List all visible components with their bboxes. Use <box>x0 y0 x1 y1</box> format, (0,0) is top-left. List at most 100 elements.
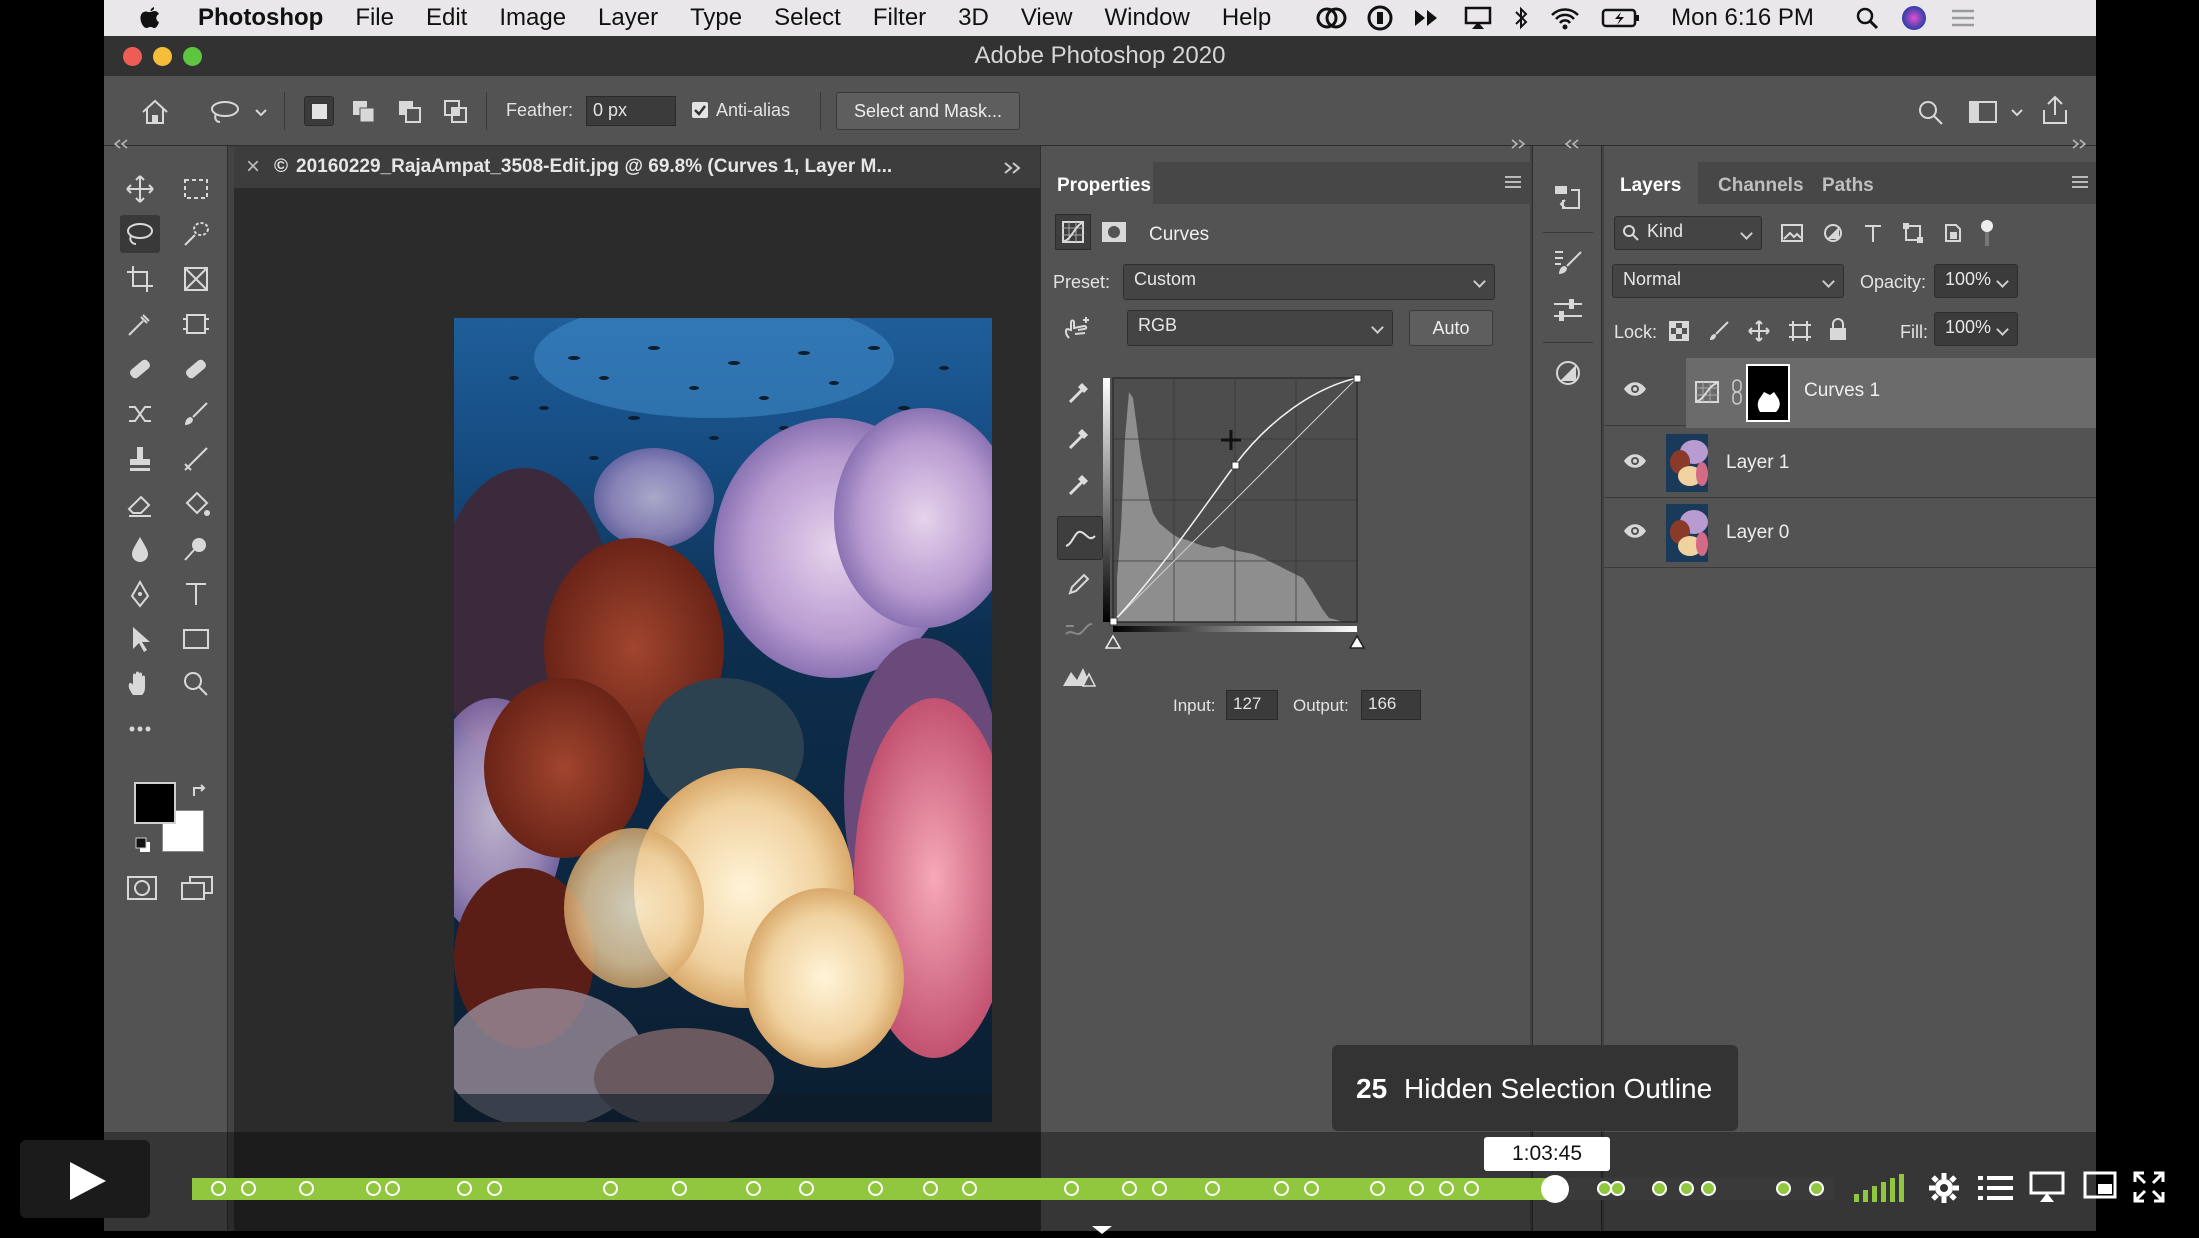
document-photo-coral-reef[interactable] <box>454 318 992 1122</box>
menu-image[interactable]: Image <box>499 4 566 32</box>
spot-healing-brush-tool[interactable] <box>120 350 160 388</box>
chapter-marker[interactable] <box>1408 1181 1424 1196</box>
opacity-field[interactable]: 100% <box>1934 264 2018 298</box>
chapter-marker[interactable] <box>456 1181 472 1196</box>
history-panel-icon[interactable] <box>1551 182 1585 214</box>
clone-stamp-tool[interactable] <box>120 440 160 478</box>
pixel-layer-filter-icon[interactable] <box>1780 222 1804 244</box>
airplay-icon[interactable] <box>1463 5 1493 31</box>
rectangle-tool[interactable] <box>176 620 216 658</box>
fill-field[interactable]: 100% <box>1934 312 2018 346</box>
menu-select[interactable]: Select <box>774 4 841 32</box>
volume-bars-icon[interactable] <box>1852 1172 1908 1204</box>
layer-thumbnail[interactable] <box>1666 504 1708 562</box>
menu-3d[interactable]: 3D <box>958 4 989 32</box>
chapter-marker[interactable] <box>1304 1181 1319 1196</box>
type-tool[interactable] <box>176 575 216 613</box>
blur-tool[interactable] <box>120 530 160 568</box>
spotlight-search-icon[interactable] <box>1854 5 1880 31</box>
tab-overflow-icon[interactable] <box>1002 160 1024 176</box>
bluetooth-icon[interactable] <box>1513 5 1529 31</box>
lock-all-icon[interactable] <box>1828 318 1848 342</box>
pen-tool[interactable] <box>120 575 160 613</box>
menu-view[interactable]: View <box>1021 4 1073 32</box>
input-value-field[interactable]: 127 <box>1226 690 1278 720</box>
settings-gear-icon[interactable] <box>1926 1170 1962 1206</box>
subtract-from-selection-icon[interactable] <box>396 98 424 126</box>
creative-cloud-icon[interactable] <box>1315 5 1347 31</box>
quick-selection-tool[interactable] <box>176 215 216 253</box>
pencil-draw-icon[interactable] <box>1065 570 1093 598</box>
panel-menu-icon[interactable] <box>1503 174 1523 190</box>
screen-mode-icon[interactable] <box>180 874 214 902</box>
lock-position-icon[interactable] <box>1748 320 1770 342</box>
status-circle-icon[interactable] <box>1367 5 1393 31</box>
paint-bucket-tool[interactable] <box>176 485 216 523</box>
crop-tool[interactable] <box>120 260 160 298</box>
swap-colors-icon[interactable] <box>190 782 210 802</box>
chevron-down-icon[interactable] <box>1090 1224 1114 1236</box>
chapters-list-icon[interactable] <box>1976 1172 2016 1204</box>
content-aware-move-tool[interactable] <box>120 395 160 433</box>
layer-row-curves-1[interactable]: Curves 1 <box>1604 356 2096 428</box>
default-colors-icon[interactable] <box>134 836 154 854</box>
layers-tab-label[interactable]: Layers <box>1620 175 1681 197</box>
layer-row-layer-1[interactable]: Layer 1 <box>1604 428 2096 498</box>
adjustment-layer-filter-icon[interactable] <box>1822 222 1844 244</box>
chapter-marker[interactable] <box>867 1181 883 1196</box>
chapter-marker[interactable] <box>961 1181 977 1196</box>
black-point-eyedropper-icon[interactable] <box>1065 378 1093 406</box>
shape-layer-filter-icon[interactable] <box>1902 222 1924 244</box>
select-and-mask-button[interactable]: Select and Mask... <box>836 92 1020 130</box>
panel-menu-icon[interactable] <box>2070 174 2090 190</box>
collapse-panel-icon[interactable] <box>112 138 132 150</box>
filter-toggle-icon[interactable] <box>1976 218 1998 248</box>
layer-name[interactable]: Layer 0 <box>1726 522 1789 544</box>
lasso-tool-preset-icon[interactable] <box>208 98 242 126</box>
chapter-marker[interactable] <box>1596 1181 1612 1196</box>
adjustments-sliders-icon[interactable] <box>1551 296 1585 326</box>
antialias-checkbox[interactable] <box>692 102 708 118</box>
collapse-panel-icon[interactable] <box>2068 138 2088 150</box>
more-tools-icon[interactable] <box>120 710 160 748</box>
chapter-marker[interactable] <box>1273 1181 1289 1196</box>
quick-mask-icon[interactable] <box>126 874 158 902</box>
eraser-tool[interactable] <box>120 485 160 523</box>
chapter-marker[interactable] <box>1121 1181 1137 1196</box>
menu-app-name[interactable]: Photoshop <box>198 4 323 32</box>
adjustments-panel-icon[interactable] <box>1553 358 1583 388</box>
chapter-marker[interactable] <box>671 1181 687 1196</box>
layer-row-layer-0[interactable]: Layer 0 <box>1604 498 2096 568</box>
channel-dropdown[interactable]: RGB <box>1127 310 1393 346</box>
layer-name[interactable]: Curves 1 <box>1804 380 1880 402</box>
menu-layer[interactable]: Layer <box>598 4 658 32</box>
collapse-panel-icon[interactable] <box>1507 138 1527 150</box>
gray-point-eyedropper-icon[interactable] <box>1065 424 1093 452</box>
close-document-icon[interactable]: × <box>246 153 260 181</box>
chapter-marker[interactable] <box>384 1181 400 1196</box>
fullscreen-icon[interactable] <box>2132 1170 2166 1204</box>
visibility-eye-icon[interactable] <box>1622 452 1648 470</box>
curves-graph[interactable] <box>1103 368 1375 660</box>
minimize-window-button[interactable] <box>153 47 172 66</box>
home-icon[interactable] <box>140 98 170 126</box>
menu-type[interactable]: Type <box>690 4 742 32</box>
type-layer-filter-icon[interactable] <box>1862 222 1884 244</box>
channels-tab-label[interactable]: Channels <box>1718 175 1804 197</box>
white-point-eyedropper-icon[interactable] <box>1065 470 1093 498</box>
notification-center-icon[interactable] <box>1948 5 1978 31</box>
chevron-down-icon[interactable] <box>254 108 268 118</box>
zoom-window-button[interactable] <box>183 47 202 66</box>
forward-arrows-icon[interactable] <box>1413 6 1443 30</box>
menu-help[interactable]: Help <box>1222 4 1271 32</box>
layer-thumbnail[interactable] <box>1666 434 1708 492</box>
clipping-warning-icon[interactable] <box>1061 662 1099 690</box>
ruler-frame-tool[interactable] <box>176 305 216 343</box>
chapter-marker[interactable] <box>1464 1181 1480 1196</box>
zoom-tool[interactable] <box>176 665 216 703</box>
chapter-marker[interactable] <box>1775 1181 1791 1196</box>
frame-tool[interactable] <box>176 260 216 298</box>
feather-input[interactable]: 0 px <box>586 96 676 126</box>
target-adjustment-hand-icon[interactable] <box>1063 316 1095 342</box>
move-tool[interactable] <box>120 170 160 208</box>
